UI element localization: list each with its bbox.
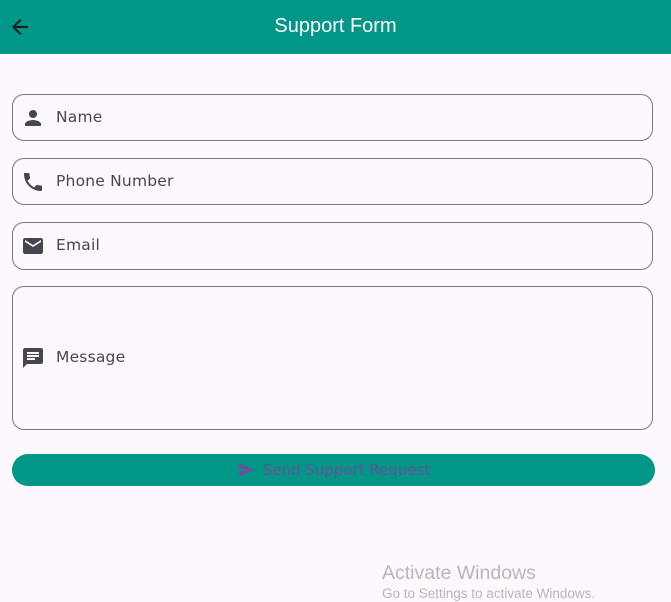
send-support-request-button-content: Send Support Request	[12, 454, 655, 486]
phone-number-field[interactable]: Phone Number	[12, 158, 653, 205]
message-field[interactable]: Message	[12, 286, 653, 430]
phone-number-field-label: Phone Number	[56, 172, 174, 190]
activate-windows-watermark: Activate Windows Go to Settings to activ…	[382, 562, 595, 602]
send-support-request-label: Send Support Request	[262, 461, 431, 479]
app-bar: Support Form	[0, 0, 671, 54]
email-field-label: Email	[56, 236, 101, 254]
email-field[interactable]: Email	[12, 222, 653, 270]
send-icon	[238, 463, 254, 477]
watermark-title: Activate Windows	[382, 562, 536, 584]
mail-icon	[21, 234, 45, 258]
message-field-label: Message	[56, 348, 126, 366]
page-title: Support Form	[274, 15, 397, 37]
watermark-subtitle: Go to Settings to activate Windows.	[382, 586, 596, 601]
name-field[interactable]: Name	[12, 94, 653, 141]
phone-icon	[21, 170, 45, 194]
send-support-request-button[interactable]: Send Support Request	[12, 454, 655, 486]
person-icon	[21, 106, 45, 130]
message-icon	[21, 346, 45, 370]
name-field-label: Name	[56, 108, 103, 126]
